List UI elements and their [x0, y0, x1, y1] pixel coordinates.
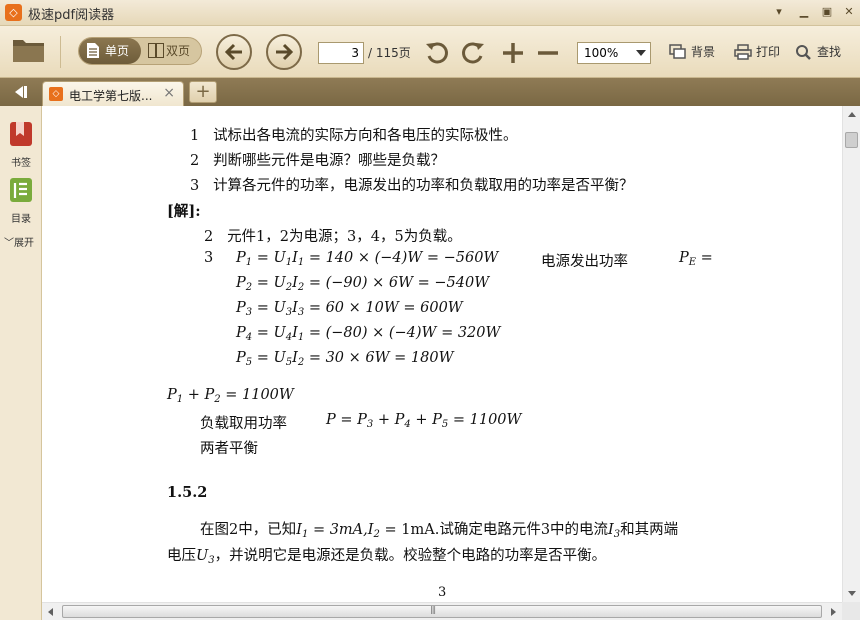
previous-page-button[interactable]: [216, 34, 252, 70]
question-1: 1 试标出各电流的实际方向和各电压的实际极性。: [190, 128, 518, 144]
minimize-button[interactable]: ▁: [795, 3, 813, 21]
single-page-button[interactable]: 单页: [79, 38, 141, 64]
toc-label: 目录: [11, 214, 31, 225]
title-bar: ◇ 极速pdf阅读器 ▾ ▁ ▣ ✕: [0, 0, 860, 26]
arrow-right-icon: [276, 43, 294, 61]
document-tab[interactable]: ◇ 电工学第七版... ×: [42, 81, 184, 106]
double-page-label: 双页: [166, 44, 191, 58]
background-button[interactable]: 背景: [669, 44, 715, 62]
single-page-icon: [87, 43, 99, 58]
close-tab-icon[interactable]: ×: [163, 85, 175, 101]
sidebar: 书签 目录 ﹀展开: [0, 106, 42, 620]
rotate-right-button[interactable]: [460, 40, 486, 66]
app-title: 极速pdf阅读器: [28, 8, 115, 23]
toolbar: 单页 双页 3 / 115页 100% 背景 打印 查找: [0, 26, 860, 78]
equation-p3: P3 = U3I3 = 60 × 10W = 600W: [236, 300, 463, 318]
zoom-out-button[interactable]: [535, 40, 561, 66]
solution-label: [解]:: [167, 203, 201, 220]
balance-text: 两者平衡: [200, 441, 258, 457]
scroll-left-icon[interactable]: [48, 608, 53, 616]
scroll-right-icon[interactable]: [831, 608, 836, 616]
expand-label: 展开: [14, 238, 34, 249]
scroll-down-icon[interactable]: [848, 591, 856, 596]
equation-sum: P1 + P2 = 1100W: [167, 387, 294, 405]
bookmarks-label: 书签: [11, 158, 31, 169]
zoom-select[interactable]: 100%: [577, 42, 651, 64]
search-button[interactable]: 查找: [795, 44, 841, 62]
open-folder-icon[interactable]: [12, 36, 46, 64]
equation-load: P = P3 + P4 + P5 = 1100W: [326, 412, 522, 430]
print-button[interactable]: 打印: [734, 44, 780, 62]
scroll-up-icon[interactable]: [848, 112, 856, 117]
zoom-in-button[interactable]: [500, 40, 526, 66]
print-label: 打印: [756, 45, 781, 59]
scrollbar-corner: [842, 602, 860, 620]
page-total: / 115页: [368, 46, 411, 60]
tab-bar: ◇ 电工学第七版... × +: [0, 78, 860, 106]
printer-icon: [734, 44, 752, 60]
chevron-down-icon: ﹀: [4, 238, 14, 249]
equation-p5: P5 = U5I2 = 30 × 6W = 180W: [236, 350, 454, 368]
new-tab-button[interactable]: +: [189, 81, 217, 103]
table-of-contents-button[interactable]: 目录: [0, 176, 42, 225]
toolbar-separator: [60, 36, 61, 68]
arrow-left-icon: [224, 43, 242, 61]
vertical-scroll-thumb[interactable]: [845, 132, 858, 148]
paragraph-line-2: 电压U3，并说明它是电源还是负载。校验整个电路的功率是否平衡。: [167, 548, 607, 566]
page-number-input[interactable]: 3: [318, 42, 364, 64]
equation-p4: P4 = U4I1 = (−80) × (−4)W = 320W: [236, 325, 501, 343]
single-page-label: 单页: [105, 44, 130, 58]
close-window-button[interactable]: ✕: [840, 3, 858, 21]
question-3: 3 计算各元件的功率，电源发出的功率和负载取用的功率是否平衡？: [190, 178, 634, 194]
question-2: 2 判断哪些元件是电源？哪些是负载？: [190, 153, 446, 169]
collapse-arrow-icon: [15, 86, 27, 98]
page-number: 3: [438, 585, 447, 600]
pdf-tab-icon: ◇: [49, 87, 63, 101]
equation-p2: P2 = U2I2 = (−90) × 6W = −540W: [236, 275, 490, 293]
rotate-left-button[interactable]: [424, 40, 450, 66]
maximize-button[interactable]: ▣: [818, 3, 836, 21]
answer-3-num: 3: [204, 250, 214, 266]
expand-button[interactable]: ﹀展开: [4, 234, 34, 249]
background-icon: [669, 44, 686, 59]
scroll-grip-icon: |||: [430, 605, 436, 614]
background-label: 背景: [691, 45, 716, 59]
zoom-value: 100%: [584, 46, 619, 60]
paragraph-line-1: 在图2中，已知I1 = 3mA,I2 = 1mA.试确定电路元件3中的电流I3和…: [200, 522, 679, 540]
double-page-icon: [148, 43, 164, 58]
equation-p1: P1 = U1I1 = 140 × (−4)W = −560W: [236, 250, 499, 268]
toc-icon: [10, 178, 32, 202]
search-icon: [796, 45, 811, 60]
view-mode-toggle: 单页 双页: [78, 37, 202, 65]
bookmark-icon: [10, 122, 32, 146]
answer-2: 2 元件1，2为电源；3，4，5为负载。: [204, 229, 462, 245]
double-page-button[interactable]: 双页: [140, 38, 202, 64]
chevron-down-icon: [636, 50, 646, 56]
horizontal-scroll-thumb[interactable]: [62, 605, 822, 618]
collapse-sidebar-button[interactable]: [4, 81, 36, 103]
minus-icon: [538, 51, 558, 55]
vertical-scrollbar[interactable]: [842, 106, 860, 602]
app-logo-icon: ◇: [5, 4, 22, 21]
horizontal-scrollbar[interactable]: |||: [42, 602, 842, 620]
rotate-left-icon: [426, 42, 448, 64]
rotate-right-icon: [462, 42, 484, 64]
equation-pe: PE =: [679, 250, 713, 268]
section-heading: 1.5.2: [167, 484, 208, 501]
tab-label: 电工学第七版...: [69, 89, 153, 103]
source-power-label: 电源发出功率: [541, 254, 628, 270]
menu-dropdown-icon[interactable]: ▾: [770, 3, 788, 21]
search-label: 查找: [817, 45, 842, 59]
next-page-button[interactable]: [266, 34, 302, 70]
load-power-label: 负载取用功率: [200, 416, 287, 432]
plus-icon: [503, 43, 523, 63]
bookmarks-button[interactable]: 书签: [0, 120, 42, 169]
